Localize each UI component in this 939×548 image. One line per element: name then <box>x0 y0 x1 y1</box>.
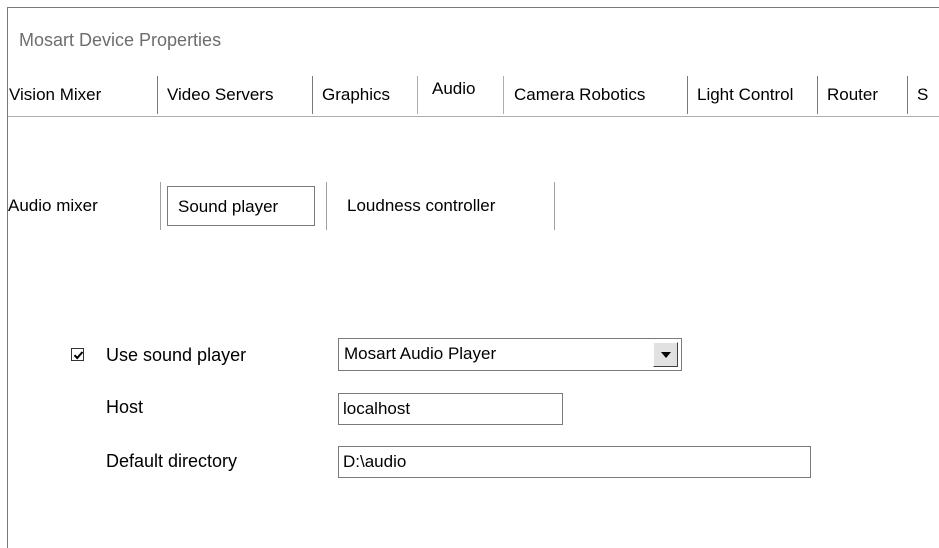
host-label: Host <box>106 397 144 417</box>
default-directory-input[interactable]: D:\audio <box>338 446 811 478</box>
subtab-divider <box>160 182 161 230</box>
subtab-divider <box>554 182 555 230</box>
tab-vision-mixer[interactable]: Vision Mixer <box>8 76 158 114</box>
subtab-sound-player[interactable]: Sound player <box>167 186 315 226</box>
sound-player-select[interactable]: Mosart Audio Player <box>338 338 682 371</box>
subtab-divider <box>326 182 327 230</box>
window-title: Mosart Device Properties <box>19 30 222 50</box>
tab-router[interactable]: Router <box>818 76 908 114</box>
tab-audio[interactable]: Audio <box>417 76 504 114</box>
default-directory-label: Default directory <box>106 451 238 471</box>
host-input[interactable]: localhost <box>338 393 563 425</box>
checkmark-icon <box>73 351 84 360</box>
tab-label: Vision Mixer <box>9 85 102 104</box>
audio-subtab-strip: Audio mixer Sound player Loudness contro… <box>8 182 708 230</box>
dropdown-button[interactable] <box>653 342 678 367</box>
tab-label: Camera Robotics <box>514 85 646 104</box>
tab-label: S <box>917 85 929 104</box>
tab-label: Audio <box>432 79 476 98</box>
tab-camera-robotics[interactable]: Camera Robotics <box>504 76 688 114</box>
tab-s[interactable]: S <box>908 76 939 114</box>
tab-label: Light Control <box>697 85 794 104</box>
sound-player-select-value: Mosart Audio Player <box>344 344 497 363</box>
tab-baseline <box>8 116 939 117</box>
use-sound-player-label: Use sound player <box>106 345 247 365</box>
triangle-down-icon <box>661 352 671 358</box>
main-tab-strip: Vision Mixer Video Servers Graphics Audi… <box>8 76 939 114</box>
tab-light-control[interactable]: Light Control <box>688 76 818 114</box>
tab-label: Router <box>827 85 879 104</box>
subtab-loudness-controller[interactable]: Loudness controller <box>347 182 495 230</box>
use-sound-player-checkbox[interactable] <box>71 348 84 361</box>
tab-video-servers[interactable]: Video Servers <box>158 76 313 114</box>
tab-graphics[interactable]: Graphics <box>313 76 417 114</box>
tab-label: Video Servers <box>167 85 274 104</box>
tab-label: Graphics <box>322 85 391 104</box>
subtab-audio-mixer[interactable]: Audio mixer <box>8 182 98 230</box>
